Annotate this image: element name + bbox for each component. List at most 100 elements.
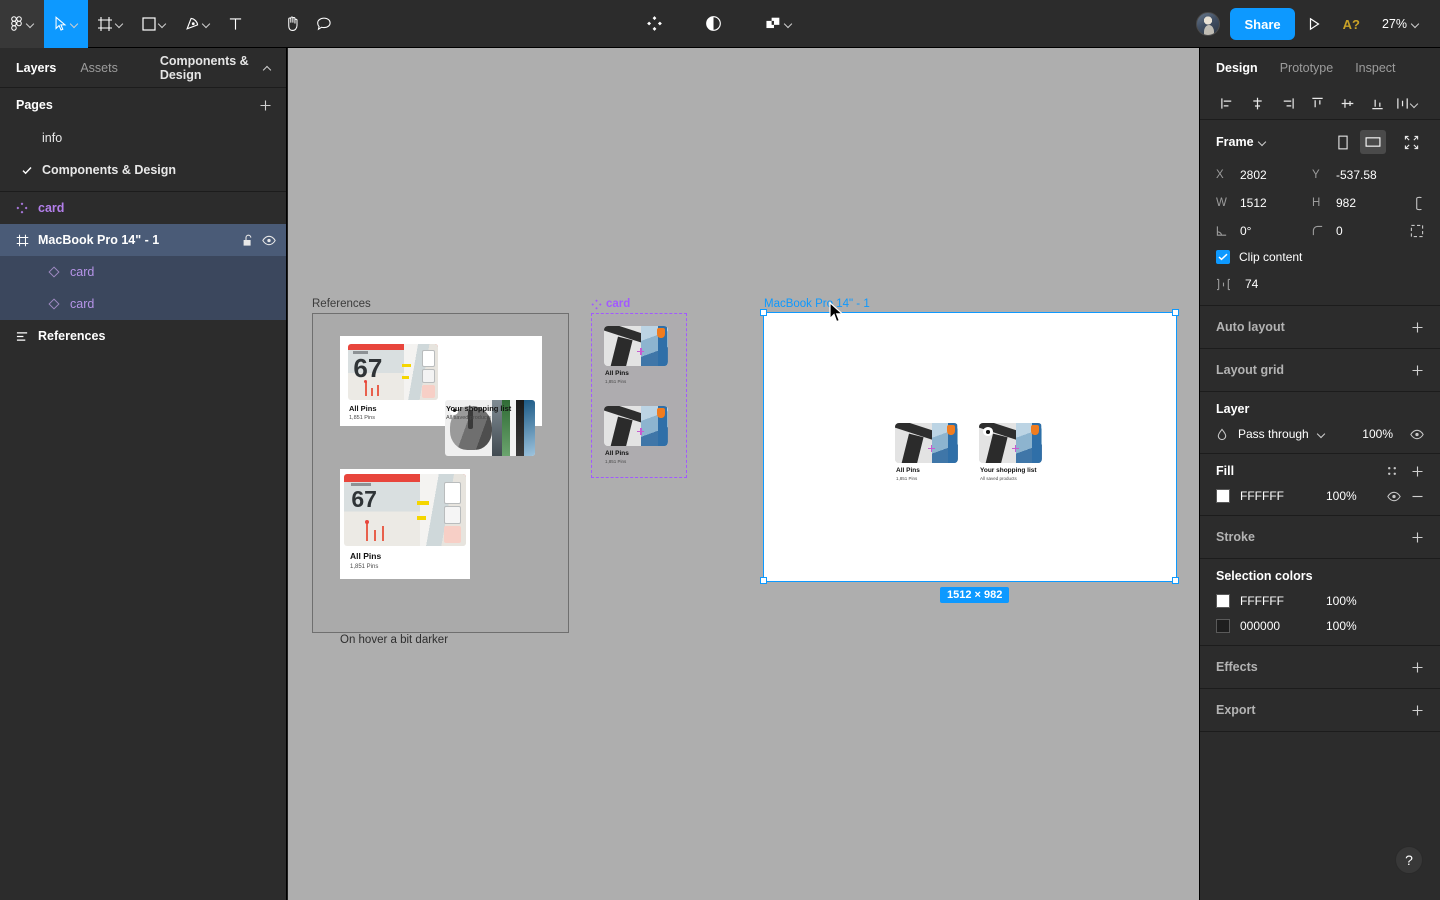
- chevron-down-icon[interactable]: [159, 20, 167, 28]
- eye-icon[interactable]: [262, 235, 276, 246]
- mask-contrast-icon[interactable]: [697, 0, 730, 48]
- chevron-down-icon[interactable]: [203, 20, 211, 28]
- zoom-control[interactable]: 27%: [1372, 0, 1426, 48]
- frame-card-instance-2[interactable]: Your shopping list All saved products: [979, 423, 1049, 485]
- layer-row-card-component[interactable]: card: [0, 192, 286, 224]
- add-export-button[interactable]: [1411, 704, 1424, 717]
- layer-row-card-instance-2[interactable]: card: [0, 288, 286, 320]
- resize-handle-top-left[interactable]: [760, 309, 767, 316]
- add-fill-button[interactable]: [1411, 465, 1424, 478]
- align-top-icon[interactable]: [1302, 91, 1332, 117]
- add-page-button[interactable]: [259, 99, 272, 112]
- boolean-union-icon[interactable]: [756, 0, 802, 48]
- x-input[interactable]: 2802: [1237, 166, 1309, 184]
- chevron-down-icon[interactable]: [116, 20, 124, 28]
- move-tool-icon[interactable]: [44, 0, 88, 48]
- add-layout-grid-button[interactable]: [1411, 364, 1424, 377]
- add-auto-layout-button[interactable]: [1411, 321, 1424, 334]
- rotation-input[interactable]: 0°: [1237, 222, 1309, 240]
- avatar[interactable]: [1196, 12, 1221, 36]
- comment-tool-icon[interactable]: [308, 0, 340, 48]
- annotation-on-hover-darker[interactable]: On hover a bit darker: [340, 634, 448, 646]
- design-canvas[interactable]: References 67 All Pins 1,851 Pins Your s…: [288, 48, 1199, 900]
- help-button[interactable]: ?: [1395, 846, 1423, 874]
- chevron-down-icon[interactable]: [1259, 138, 1267, 146]
- component-set-card[interactable]: All Pins 1,851 Pins All Pins 1,851 Pins: [591, 313, 687, 478]
- resize-handle-bottom-left[interactable]: [760, 577, 767, 584]
- w-input[interactable]: 1512: [1237, 194, 1309, 212]
- text-tool-icon[interactable]: [220, 0, 251, 48]
- page-selector[interactable]: Components & Design: [160, 54, 270, 82]
- ai-badge[interactable]: A?: [1333, 0, 1370, 48]
- page-item-info[interactable]: info: [0, 122, 286, 154]
- corner-radius-input[interactable]: 0: [1333, 222, 1405, 240]
- frame-tool-icon[interactable]: [88, 0, 133, 48]
- section-references[interactable]: 67 All Pins 1,851 Pins Your shopping lis…: [312, 313, 569, 646]
- fill-opacity-input[interactable]: 100%: [1326, 489, 1372, 503]
- y-input[interactable]: -537.58: [1333, 166, 1405, 184]
- resize-handle-top-right[interactable]: [1172, 309, 1179, 316]
- section-title-references[interactable]: References: [312, 298, 371, 310]
- card-variant-2[interactable]: All Pins 1,851 Pins: [604, 406, 676, 468]
- selection-color-opacity[interactable]: 100%: [1326, 594, 1372, 608]
- fill-color-swatch[interactable]: [1216, 489, 1230, 503]
- tab-layers[interactable]: Layers: [16, 61, 56, 75]
- frame-macbook-pro-14[interactable]: All Pins 1,851 Pins Your shopping list A…: [763, 312, 1177, 582]
- independent-corners-icon[interactable]: [1410, 224, 1424, 238]
- chevron-up-icon[interactable]: [264, 64, 270, 72]
- chevron-down-icon[interactable]: [27, 20, 35, 28]
- present-icon[interactable]: [1297, 0, 1331, 48]
- lock-aspect-ratio-icon[interactable]: [1414, 196, 1424, 211]
- selection-color-hex[interactable]: 000000: [1240, 619, 1316, 633]
- chevron-down-icon[interactable]: [785, 20, 793, 28]
- portrait-icon[interactable]: [1330, 130, 1356, 154]
- add-stroke-button[interactable]: [1411, 531, 1424, 544]
- remove-fill-button[interactable]: [1411, 490, 1424, 503]
- blend-mode-value[interactable]: Pass through: [1238, 427, 1309, 441]
- chevron-down-icon[interactable]: [71, 20, 79, 28]
- layer-row-references-section[interactable]: References: [0, 320, 286, 352]
- tab-assets[interactable]: Assets: [80, 61, 118, 75]
- align-vertical-center-icon[interactable]: [1332, 91, 1362, 117]
- share-button[interactable]: Share: [1230, 8, 1295, 40]
- selection-color-opacity[interactable]: 100%: [1326, 619, 1372, 633]
- figma-menu-icon[interactable]: [0, 0, 44, 48]
- h-input[interactable]: 982: [1333, 194, 1405, 212]
- selection-color-hex[interactable]: FFFFFF: [1240, 594, 1316, 608]
- eye-icon[interactable]: [1387, 491, 1401, 502]
- hand-tool-icon[interactable]: [277, 0, 308, 48]
- layer-opacity-input[interactable]: 100%: [1347, 427, 1393, 441]
- clip-content-checkbox[interactable]: [1216, 250, 1230, 264]
- components-icon[interactable]: [638, 0, 671, 48]
- align-horizontal-center-icon[interactable]: [1242, 91, 1272, 117]
- landscape-icon[interactable]: [1360, 130, 1386, 154]
- layer-row-card-instance-1[interactable]: card: [0, 256, 286, 288]
- chevron-down-icon[interactable]: [1412, 20, 1420, 28]
- component-set-title[interactable]: card: [591, 298, 630, 310]
- unlock-icon[interactable]: [242, 234, 254, 247]
- resize-handle-bottom-right[interactable]: [1172, 577, 1179, 584]
- selection-color-swatch[interactable]: [1216, 594, 1230, 608]
- chevron-down-icon[interactable]: [1411, 100, 1419, 108]
- tab-inspect[interactable]: Inspect: [1355, 61, 1395, 75]
- tab-prototype[interactable]: Prototype: [1280, 61, 1334, 75]
- align-left-icon[interactable]: [1212, 91, 1242, 117]
- tab-design[interactable]: Design: [1216, 61, 1258, 75]
- reference-card-2[interactable]: 67 All Pins 1,851 Pins: [340, 469, 470, 579]
- fill-styles-icon[interactable]: [1386, 465, 1398, 477]
- reference-card-1[interactable]: 67 All Pins 1,851 Pins Your shopping lis…: [340, 336, 542, 456]
- frame-type-selector[interactable]: Frame: [1216, 135, 1267, 149]
- shape-tool-icon[interactable]: [133, 0, 176, 48]
- selection-color-swatch[interactable]: [1216, 619, 1230, 633]
- pen-tool-icon[interactable]: [176, 0, 220, 48]
- clip-content-row[interactable]: Clip content: [1216, 250, 1424, 264]
- layer-row-macbook-frame[interactable]: MacBook Pro 14" - 1: [0, 224, 286, 256]
- chevron-down-icon[interactable]: [1318, 430, 1326, 438]
- add-effect-button[interactable]: [1411, 661, 1424, 674]
- page-item-components-design[interactable]: Components & Design: [0, 154, 286, 186]
- align-right-icon[interactable]: [1272, 91, 1302, 117]
- frame-card-instance-1[interactable]: All Pins 1,851 Pins: [895, 423, 965, 485]
- eye-icon[interactable]: [1410, 429, 1424, 440]
- align-bottom-icon[interactable]: [1362, 91, 1392, 117]
- card-variant-1[interactable]: All Pins 1,851 Pins: [604, 326, 676, 388]
